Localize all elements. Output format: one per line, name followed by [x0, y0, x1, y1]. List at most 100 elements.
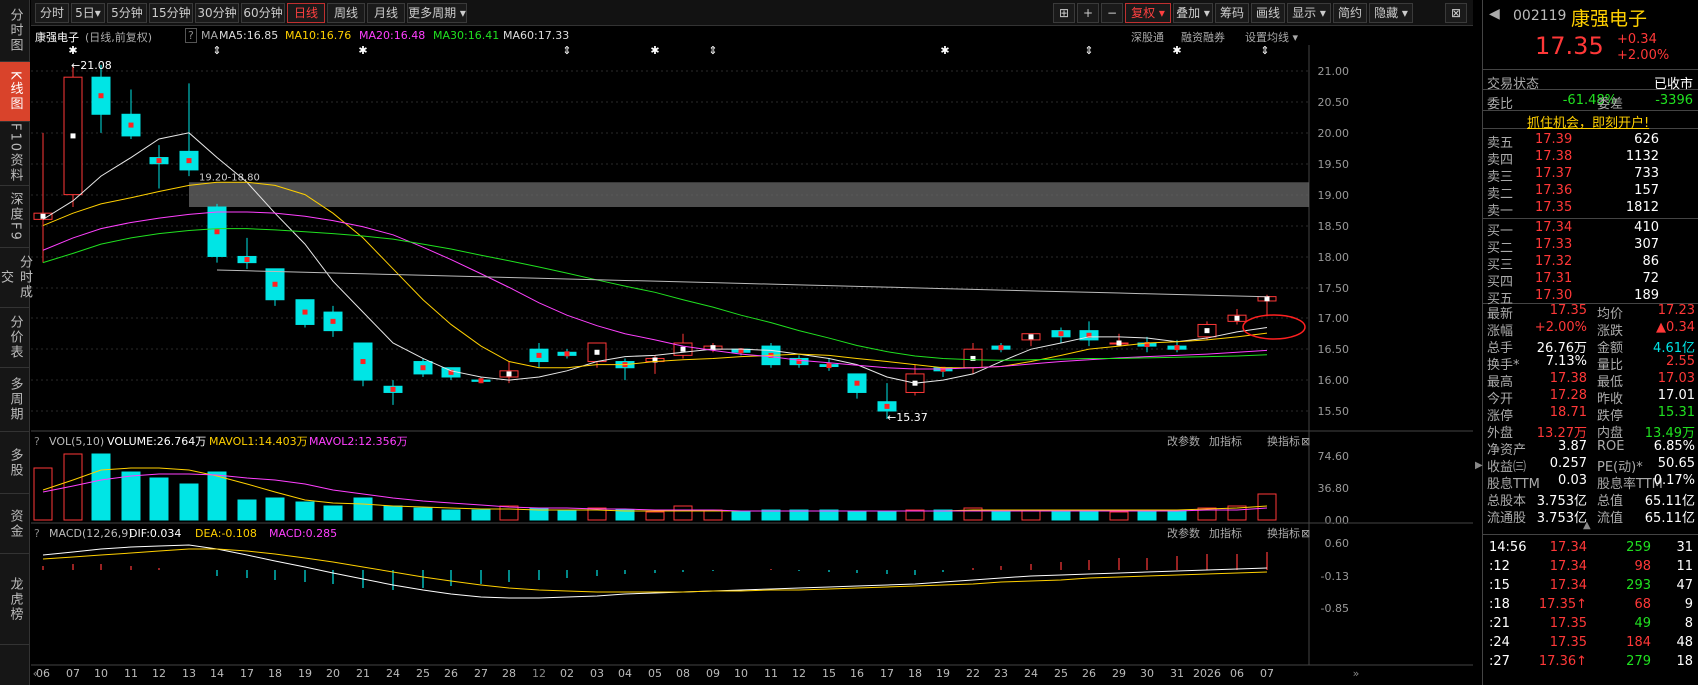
stat-row-10-cell: 0.257	[1549, 456, 1587, 471]
macd-link-2[interactable]: 加指标	[1209, 526, 1242, 540]
vol-bar-42	[1257, 493, 1277, 521]
zoom-in-icon[interactable]: +	[1077, 3, 1099, 23]
ask-row-4-cell: 157	[1634, 183, 1659, 198]
info-link-1[interactable]: 深股通	[1131, 29, 1164, 45]
tick-row-3-cell: :15	[1489, 578, 1510, 593]
period-tab-8[interactable]: 周线	[327, 3, 365, 23]
ma5-line	[42, 132, 1268, 384]
macd-help-icon[interactable]: ?	[34, 527, 40, 540]
vol-link-2[interactable]: 加指标	[1209, 434, 1242, 448]
stat-row-8: 外盘 13.27万 内盘 13.49万	[1483, 422, 1698, 441]
toolbar-btn-1[interactable]: 复权 ▾	[1125, 3, 1171, 23]
period-tab-9[interactable]: 月线	[367, 3, 405, 23]
event-marker-1[interactable]: ⇕	[212, 45, 221, 57]
bid-row-2-cell: 307	[1634, 237, 1659, 252]
highlight-circle[interactable]	[1242, 314, 1306, 340]
period-tab-2[interactable]: 5日▾	[71, 3, 105, 23]
event-marker-7[interactable]: ⇕	[1084, 45, 1093, 57]
vol-close-icon[interactable]: ⊠	[1301, 435, 1310, 448]
nav-7[interactable]: 多周期	[0, 368, 30, 432]
info-link-2[interactable]: 融资融券	[1181, 29, 1225, 45]
event-marker-8[interactable]: ✱	[1172, 45, 1181, 57]
back-icon[interactable]: ◀	[1489, 6, 1500, 22]
nav-4[interactable]: 深度F9	[0, 186, 30, 248]
scroll-left-icon[interactable]: «	[33, 667, 40, 680]
candle-marker-41	[1234, 315, 1240, 321]
tick-row-6-cell: 48	[1676, 635, 1693, 650]
nav-6[interactable]: 分价表	[0, 308, 30, 368]
event-marker-5[interactable]: ⇕	[708, 45, 717, 57]
help-icon[interactable]: ?	[185, 28, 197, 43]
period-tab-7[interactable]: 日线	[287, 3, 325, 23]
vol-help-icon[interactable]: ?	[34, 435, 40, 448]
info-link-3[interactable]: 设置均线 ▾	[1245, 29, 1298, 45]
close-icon[interactable]: ⊠	[1445, 3, 1467, 23]
toolbar-btn-5[interactable]: 显示 ▾	[1287, 3, 1331, 23]
toolbar-btn-7[interactable]: 隐藏 ▾	[1369, 3, 1413, 23]
date-label-17: 12	[532, 667, 546, 680]
event-marker-3[interactable]: ⇕	[562, 45, 571, 57]
tick-row-1: 14:56 17.34 259 31	[1483, 540, 1698, 557]
date-label-34: 24	[1024, 667, 1038, 680]
nav-1[interactable]: 分时图	[0, 0, 30, 62]
period-tab-1[interactable]: 分时	[35, 3, 69, 23]
bid-row-1: 买一 17.34 410	[1483, 220, 1698, 239]
stat-row-13-cell: 流值	[1597, 511, 1624, 526]
nav-8[interactable]: 多股	[0, 432, 30, 494]
expand-icon[interactable]: ▲	[1583, 520, 1591, 531]
tick-row-1-cell: 31	[1676, 540, 1693, 555]
price-tick-11: 15.50	[1318, 405, 1350, 418]
bid-row-4: 买四 17.31 72	[1483, 271, 1698, 290]
event-marker-0[interactable]: ✱	[68, 45, 77, 57]
macd-link-1[interactable]: 改参数	[1167, 526, 1200, 540]
ask-row-4: 卖二 17.36 157	[1483, 183, 1698, 202]
nav-2[interactable]: K线图	[0, 62, 30, 122]
stat-row-13-cell: 65.11亿	[1644, 511, 1695, 526]
date-label-38: 30	[1140, 667, 1154, 680]
event-marker-6[interactable]: ✱	[940, 45, 949, 57]
vol-mavol1: MAVOL1:14.403万	[209, 435, 308, 448]
period-tab-4[interactable]: 15分钟	[149, 3, 193, 23]
toolbar-btn-3[interactable]: 筹码	[1215, 3, 1249, 23]
ma60-line	[216, 269, 1268, 298]
open-account-link[interactable]: 抓住机会，即刻开户!	[1527, 112, 1649, 131]
scroll-right-icon[interactable]: »	[1353, 667, 1360, 680]
toolbar-btn-2[interactable]: 叠加 ▾	[1173, 3, 1213, 23]
period-tab-5[interactable]: 30分钟	[195, 3, 239, 23]
vol-tick-0: 74.60	[1318, 450, 1350, 463]
vol-bar-6	[207, 471, 227, 521]
stat-row-5: 最高 17.38 最低 17.03	[1483, 371, 1698, 390]
nav-10[interactable]: 龙虎榜	[0, 554, 30, 645]
bid-row-5-cell: 17.30	[1535, 288, 1573, 303]
tick-row-4-cell: 17.35↑	[1538, 597, 1587, 612]
tick-row-6-cell: 184	[1626, 635, 1651, 650]
bid-row-4-cell: 17.31	[1535, 271, 1573, 286]
event-marker-2[interactable]: ✱	[358, 45, 367, 57]
toolbar-btn-4[interactable]: 画线	[1251, 3, 1285, 23]
period-tab-3[interactable]: 5分钟	[107, 3, 147, 23]
trade-status-cell: 已收市	[1653, 77, 1693, 92]
nav-9[interactable]: 资金	[0, 494, 30, 554]
tick-row-1-cell: 14:56	[1489, 540, 1527, 555]
macd-close-icon[interactable]: ⊠	[1301, 527, 1310, 540]
period-tab-6[interactable]: 60分钟	[241, 3, 285, 23]
event-marker-4[interactable]: ✱	[650, 45, 659, 57]
tick-row-3: :15 17.34 293 47	[1483, 578, 1698, 595]
macd-link-3[interactable]: 换指标	[1267, 526, 1300, 540]
candle-marker-7	[244, 257, 250, 263]
tick-row-3-cell: 293	[1626, 578, 1651, 593]
zoom-out-icon[interactable]: −	[1101, 3, 1123, 23]
event-marker-9[interactable]: ⇕	[1260, 45, 1269, 57]
collapse-icon[interactable]: ▶	[1475, 460, 1483, 471]
layout-icon[interactable]: ⊞	[1053, 3, 1075, 23]
stat-row-11-cell: 0.17%	[1653, 473, 1695, 488]
nav-5[interactable]: 分时成交	[0, 248, 32, 308]
kline-chart[interactable]: 21.00 20.50 20.00 19.50 19.00 18.50 18.00 17.50…	[31, 45, 1473, 685]
macd-tick-0: 0.60	[1325, 537, 1350, 550]
toolbar-btn-6[interactable]: 简约	[1333, 3, 1367, 23]
stat-row-13-cell: 3.753亿	[1536, 511, 1587, 526]
vol-link-1[interactable]: 改参数	[1167, 434, 1200, 448]
period-tab-10[interactable]: 更多周期 ▾	[407, 3, 467, 23]
nav-3[interactable]: F10资料	[0, 122, 30, 186]
vol-link-3[interactable]: 换指标	[1267, 434, 1300, 448]
